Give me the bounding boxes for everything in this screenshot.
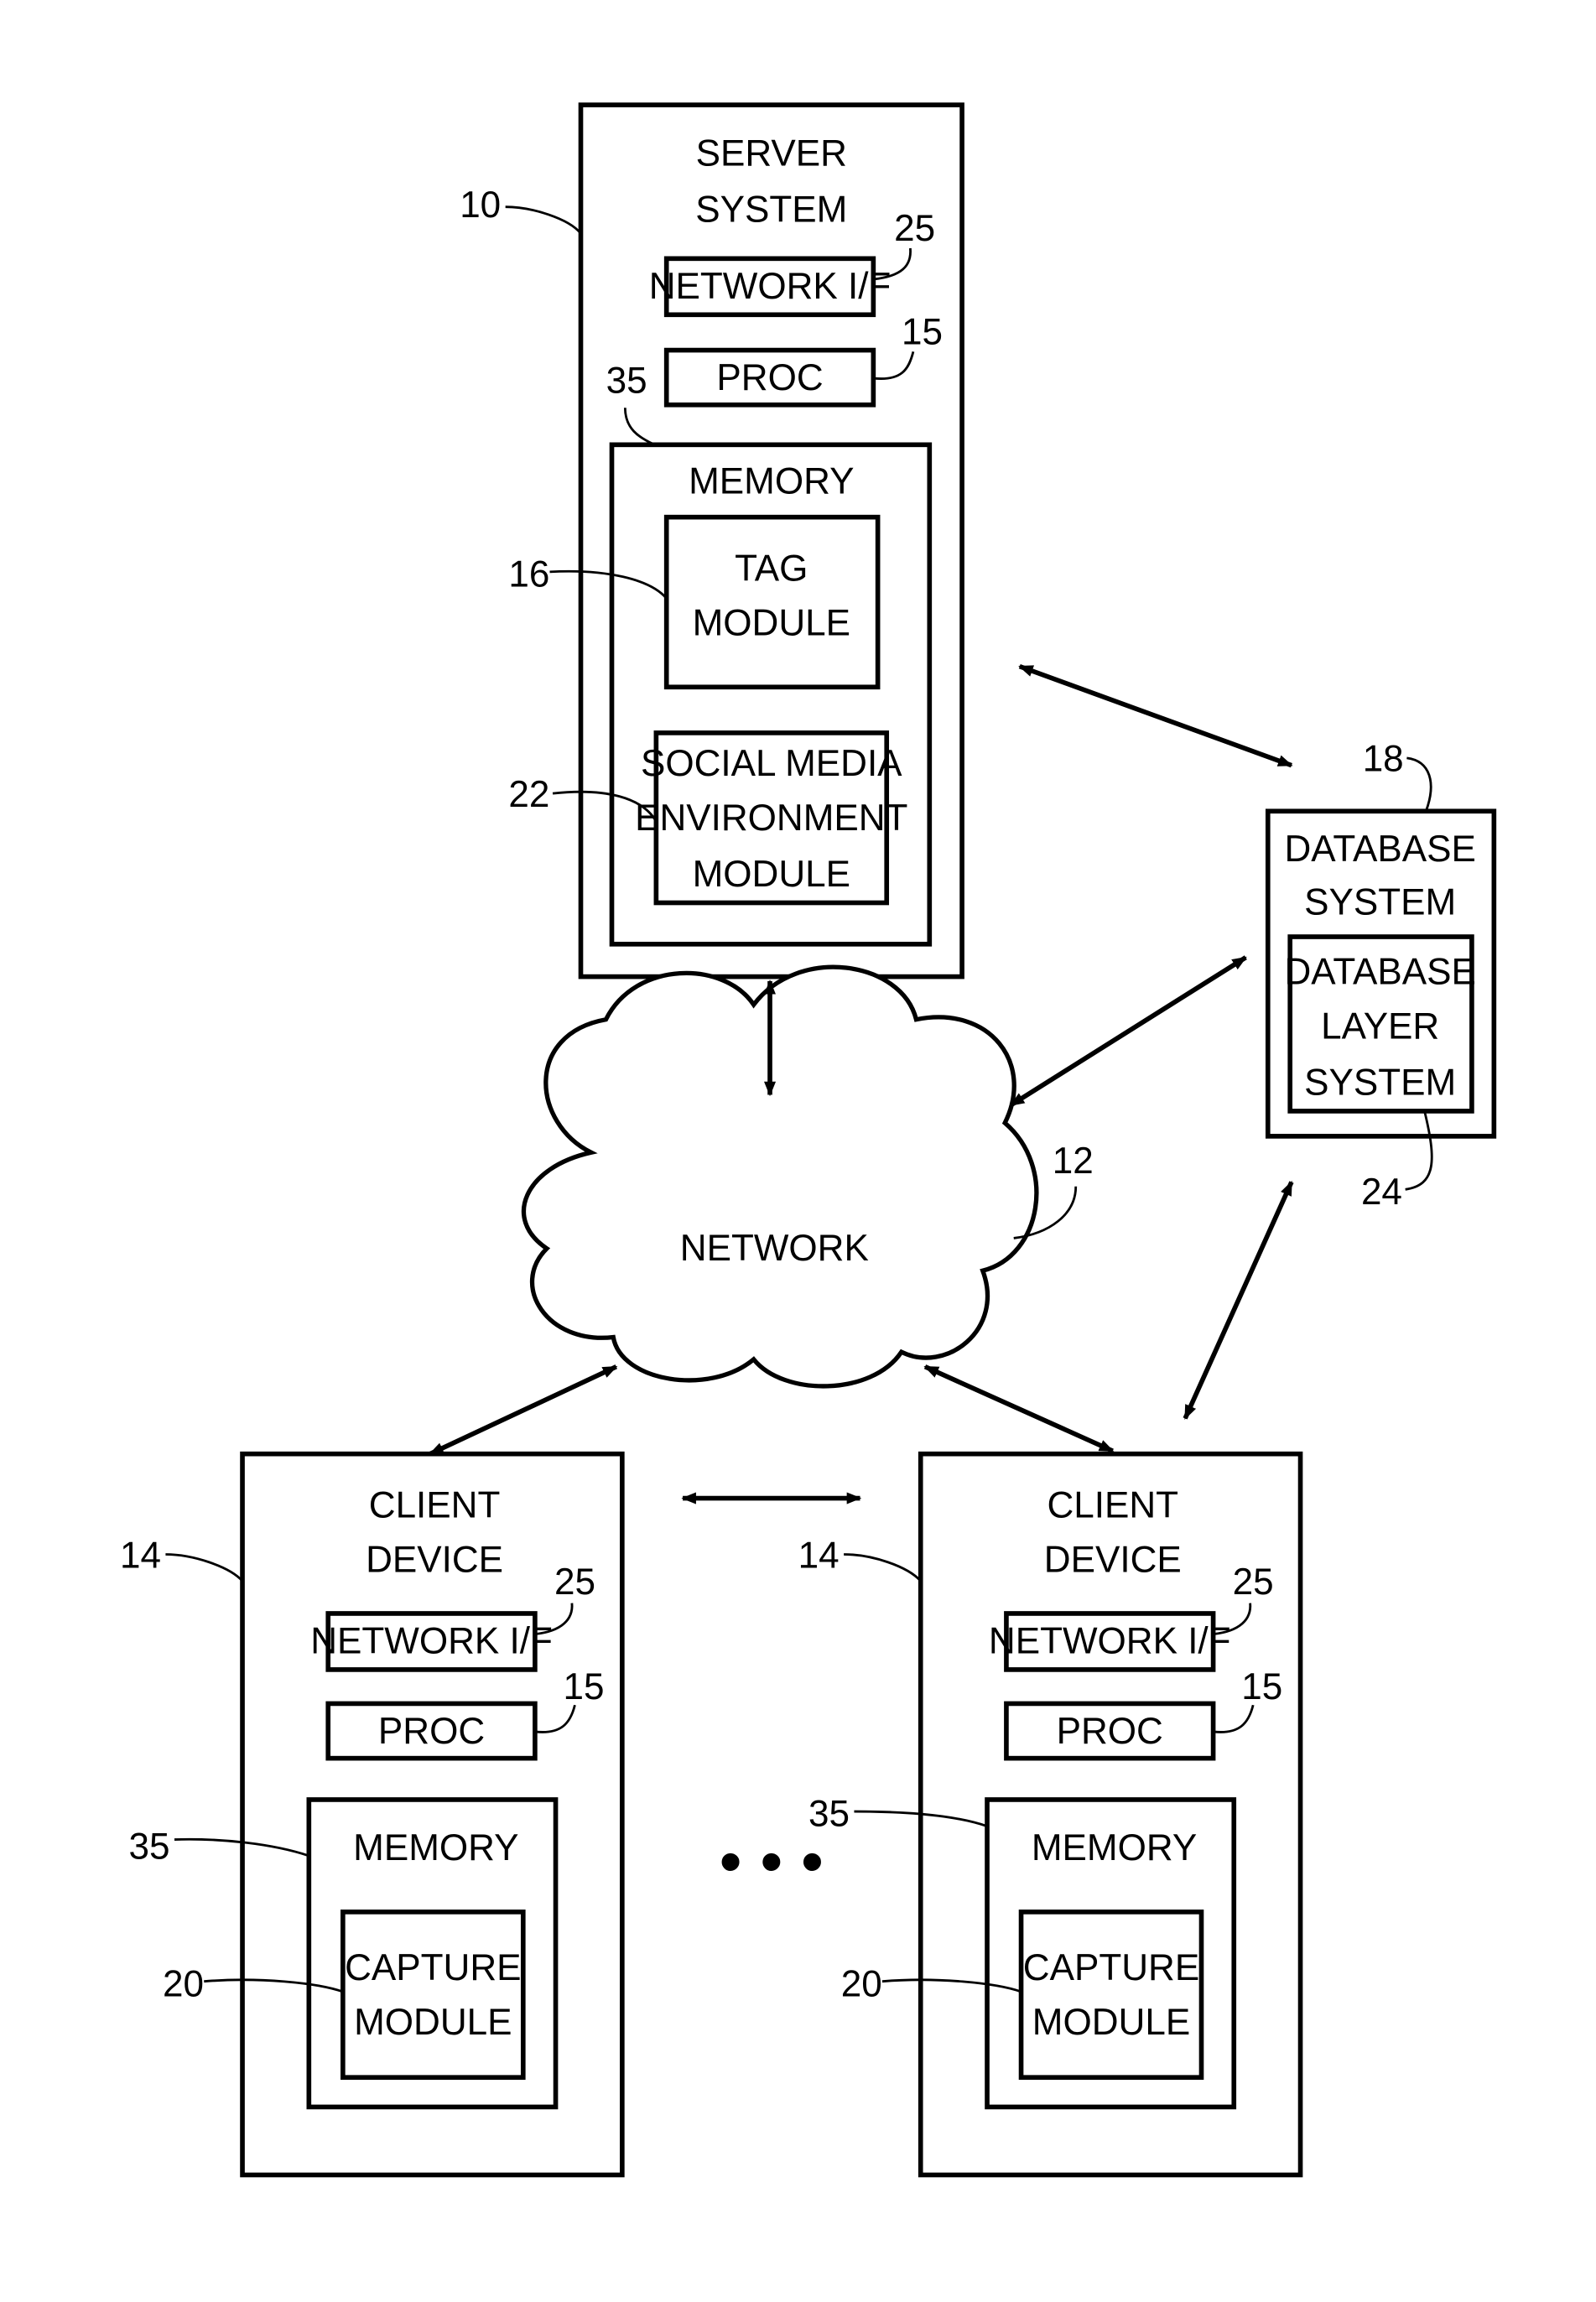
client2-ref: 14	[798, 1535, 840, 1576]
client2-network-if-label: NETWORK I/F	[989, 1621, 1231, 1662]
system-diagram: SERVER SYSTEM 10 NETWORK I/F 25 PROC 15 …	[120, 102, 1497, 2178]
social-module-ref: 22	[508, 774, 549, 815]
client1-network-if-ref: 25	[554, 1562, 595, 1603]
arrow-network-client1	[429, 1364, 618, 1457]
server-memory-label: MEMORY	[689, 460, 854, 501]
server-ref: 10	[460, 184, 501, 226]
client1-capture-line1: CAPTURE	[345, 1947, 521, 1988]
client1-memory-label: MEMORY	[353, 1827, 518, 1868]
arrow-client2-database	[1183, 1180, 1294, 1421]
tag-module-ref: 16	[508, 553, 549, 595]
client-device-1: CLIENT DEVICE 14 NETWORK I/F 25 PROC 15 …	[120, 1451, 625, 2178]
server-proc-label: PROC	[716, 357, 823, 398]
client2-capture-module-box	[1018, 1910, 1204, 2081]
client1-proc-label: PROC	[378, 1711, 485, 1752]
database-layer-line3: SYSTEM	[1304, 1063, 1456, 1104]
client-device-2: CLIENT DEVICE 14 NETWORK I/F 25 PROC 15 …	[798, 1451, 1303, 2178]
client1-memory-ref: 35	[129, 1826, 170, 1867]
social-module-line2: ENVIRONMENT	[635, 798, 907, 839]
client2-capture-line1: CAPTURE	[1023, 1947, 1199, 1988]
client1-proc-ref: 15	[564, 1666, 605, 1707]
network-cloud: NETWORK 12	[521, 964, 1094, 1389]
database-layer-line2: LAYER	[1321, 1006, 1439, 1047]
server-title-line2: SYSTEM	[695, 189, 847, 230]
client1-capture-ref: 20	[163, 1963, 204, 2004]
cloud-shape	[521, 964, 1039, 1389]
database-layer-line1: DATABASE	[1284, 951, 1475, 992]
server-proc-ref: 15	[902, 312, 943, 353]
network-label: NETWORK	[680, 1228, 869, 1269]
client2-memory-ref: 35	[808, 1794, 850, 1835]
arrow-server-database	[1018, 663, 1293, 768]
client2-proc-ref: 15	[1241, 1666, 1282, 1707]
social-module-line3: MODULE	[693, 854, 850, 895]
database-layer-ref: 24	[1361, 1172, 1402, 1213]
server-network-if-label: NETWORK I/F	[649, 266, 892, 307]
database-ref: 18	[1363, 739, 1404, 780]
client1-capture-module-box	[341, 1910, 526, 2081]
database-title-line2: SYSTEM	[1304, 882, 1456, 923]
client1-ref: 14	[120, 1535, 161, 1576]
client1-title-line1: CLIENT	[369, 1484, 501, 1525]
client2-proc-label: PROC	[1057, 1711, 1163, 1752]
client1-leader	[165, 1553, 244, 1582]
server-system: SERVER SYSTEM 10 NETWORK I/F 25 PROC 15 …	[460, 102, 964, 980]
database-leader	[1406, 756, 1432, 812]
arrow-network-database	[1009, 955, 1247, 1108]
client2-capture-line2: MODULE	[1032, 2002, 1190, 2043]
arrow-network-client2	[923, 1364, 1115, 1453]
social-module-line1: SOCIAL MEDIA	[641, 743, 902, 784]
client2-memory-label: MEMORY	[1032, 1827, 1197, 1868]
database-title-line1: DATABASE	[1284, 829, 1475, 870]
database-system: DATABASE SYSTEM 18 DATABASE LAYER SYSTEM…	[1265, 739, 1497, 1213]
server-network-if-ref: 25	[894, 208, 935, 249]
client2-leader	[844, 1553, 922, 1582]
server-leader	[505, 205, 582, 235]
network-ref: 12	[1053, 1141, 1094, 1182]
client1-capture-line2: MODULE	[354, 2002, 512, 2043]
client1-network-if-label: NETWORK I/F	[310, 1621, 553, 1662]
client2-capture-ref: 20	[841, 1963, 882, 2004]
client2-network-if-ref: 25	[1233, 1562, 1274, 1603]
client2-title-line2: DEVICE	[1044, 1540, 1182, 1581]
tag-module-line1: TAG	[735, 548, 808, 589]
tag-module-line2: MODULE	[693, 603, 850, 644]
client2-title-line1: CLIENT	[1047, 1484, 1178, 1525]
server-memory-ref: 35	[606, 361, 647, 402]
more-clients-ellipsis: • • •	[720, 1826, 824, 1898]
server-title-line1: SERVER	[696, 133, 847, 174]
client1-title-line2: DEVICE	[366, 1540, 503, 1581]
